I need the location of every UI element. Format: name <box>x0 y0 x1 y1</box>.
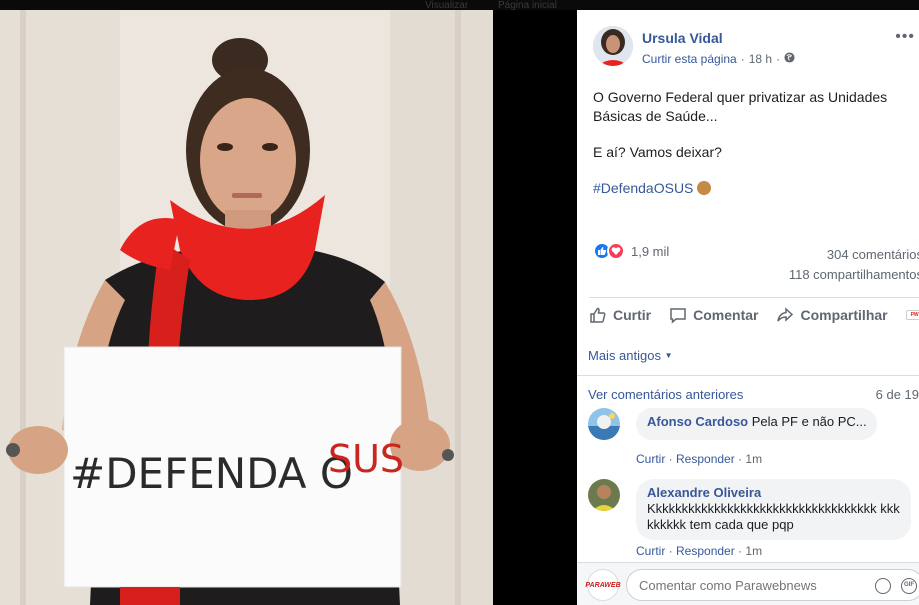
sign-text: #DEFENDA O <box>70 449 353 498</box>
post-meta: Curtir esta página · 18 h · <box>642 52 795 66</box>
meta-separator-2: · <box>776 52 781 66</box>
comment-bubble: Afonso Cardoso Pela PF e não PC... <box>636 408 877 440</box>
comments-counter: 6 de 19 <box>875 387 919 402</box>
comment-bubble: Alexandre Oliveira Kkkkkkkkkkkkkkkkkkkkk… <box>636 479 911 540</box>
comment-text: Pela PF e não PC... <box>751 414 867 429</box>
meta-separator: · <box>740 52 745 66</box>
like-button[interactable]: Curtir <box>589 306 651 324</box>
comment-button[interactable]: Comentar <box>669 306 758 324</box>
self-avatar[interactable]: PARAWEB <box>585 569 621 601</box>
composer-icons: GIF <box>875 578 917 594</box>
author-name[interactable]: Ursula Vidal <box>642 30 723 46</box>
comment-label: Comentar <box>693 307 759 323</box>
post-hashtag-line: #DefendaOSUS <box>593 179 913 198</box>
love-reaction-icon <box>607 242 625 260</box>
post-actions: Curtir Comentar Compartilhar PW ▼ <box>589 300 919 330</box>
share-icon <box>777 307 794 322</box>
comment-filter-label: Mais antigos <box>588 348 661 363</box>
emoji-icon[interactable] <box>875 578 891 594</box>
divider <box>589 297 919 298</box>
post-paragraph-2: E aí? Vamos deixar? <box>593 144 722 160</box>
photo-illustration: #DEFENDA O SUS <box>0 10 493 605</box>
top-bar: Visualizar Página inicial <box>0 0 919 11</box>
comment-item: Afonso Cardoso Pela PF e não PC... <box>588 408 877 440</box>
top-link-home[interactable]: Página inicial <box>498 0 557 11</box>
reactions-summary[interactable]: 1,9 mil <box>593 242 669 260</box>
globe-icon <box>784 52 795 66</box>
engagement-counts: 304 comentários 118 compartilhamentos <box>789 245 919 285</box>
comment-filter-dropdown[interactable]: Mais antigos ▼ <box>588 348 673 363</box>
comment-item: Alexandre Oliveira Kkkkkkkkkkkkkkkkkkkkk… <box>588 479 911 540</box>
comment-reply-link[interactable]: Responder <box>676 452 735 466</box>
post-panel: Ursula Vidal Curtir esta página · 18 h ·… <box>577 10 919 605</box>
view-previous-comments[interactable]: Ver comentários anteriores <box>588 387 743 402</box>
commenter-name[interactable]: Alexandre Oliveira <box>647 485 761 500</box>
comment-meta: Curtir · Responder · 1m <box>636 544 763 558</box>
comment-icon <box>670 308 686 324</box>
commenter-avatar[interactable] <box>588 479 620 511</box>
post-header: Ursula Vidal Curtir esta página · 18 h ·… <box>577 10 919 80</box>
thumbs-up-icon <box>590 307 606 323</box>
caret-down-icon: ▼ <box>664 351 673 360</box>
comment-time[interactable]: 1m <box>745 544 762 558</box>
post-photo[interactable]: #DEFENDA O SUS <box>0 10 493 605</box>
reactions-count: 1,9 mil <box>631 243 670 259</box>
divider <box>577 375 919 376</box>
comment-time[interactable]: 1m <box>745 452 762 466</box>
shares-count[interactable]: 118 compartilhamentos <box>789 265 919 285</box>
comment-like-link[interactable]: Curtir <box>636 544 665 558</box>
share-button[interactable]: Compartilhar <box>776 306 888 324</box>
page-badge-icon: PW <box>905 310 919 320</box>
comment-reply-link[interactable]: Responder <box>676 544 735 558</box>
comments-count[interactable]: 304 comentários <box>789 245 919 265</box>
facebook-photo-viewer: Visualizar Página inicial #DEFENDA O SUS… <box>0 0 919 605</box>
like-label: Curtir <box>613 307 652 323</box>
comment-text: Kkkkkkkkkkkkkkkkkkkkkkkkkkkkkkkkkkk kkkk… <box>647 501 900 532</box>
share-label: Compartilhar <box>800 307 888 323</box>
fist-emoji-icon <box>697 181 712 195</box>
author-avatar[interactable] <box>593 26 633 66</box>
reaction-as-selector[interactable]: PW ▼ <box>905 310 919 321</box>
commenter-avatar[interactable] <box>588 408 620 440</box>
hashtag-link[interactable]: #DefendaOSUS <box>593 180 693 196</box>
gif-icon[interactable]: GIF <box>901 578 917 594</box>
like-page-link[interactable]: Curtir esta página <box>642 52 737 66</box>
comment-like-link[interactable]: Curtir <box>636 452 665 466</box>
commenter-name[interactable]: Afonso Cardoso <box>647 414 748 429</box>
post-paragraph-1: O Governo Federal quer privatizar as Uni… <box>593 89 888 124</box>
more-icon[interactable]: ••• <box>895 28 915 46</box>
comment-meta: Curtir · Responder · 1m <box>636 452 763 466</box>
post-time[interactable]: 18 h <box>749 52 772 66</box>
self-badge-text: PARAWEB <box>585 581 621 589</box>
sign-text-sus: SUS <box>328 437 404 481</box>
comment-composer: PARAWEB GIF <box>577 562 919 605</box>
post-body: O Governo Federal quer privatizar as Uni… <box>593 88 913 215</box>
